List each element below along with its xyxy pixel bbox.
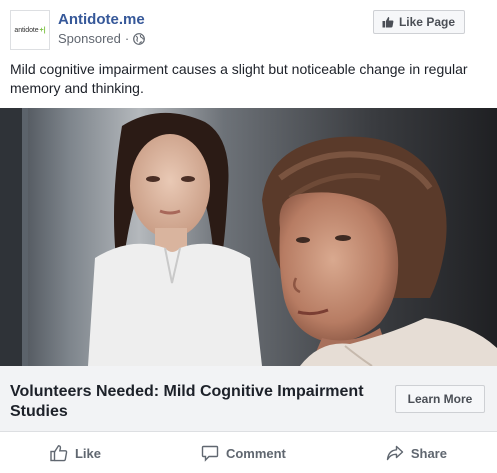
comment-icon xyxy=(201,445,219,462)
thumbs-up-icon xyxy=(50,445,68,462)
logo-mark: +| xyxy=(39,26,46,34)
post-body-text: Mild cognitive impairment causes a sligh… xyxy=(10,61,468,96)
photo-illustration xyxy=(0,108,497,366)
page-logo[interactable]: antidote +| xyxy=(10,10,50,50)
like-button[interactable]: Like xyxy=(36,438,115,468)
share-button[interactable]: Share xyxy=(372,438,461,468)
comment-button[interactable]: Comment xyxy=(187,438,300,468)
meta-separator: · xyxy=(124,31,130,46)
like-page-label: Like Page xyxy=(398,15,455,29)
comment-label: Comment xyxy=(225,445,286,461)
like-label: Like xyxy=(74,445,101,461)
like-page-button[interactable]: Like Page xyxy=(372,10,465,34)
sponsored-label[interactable]: Sponsored xyxy=(58,31,121,46)
learn-more-button[interactable]: Learn More xyxy=(395,385,485,413)
cta-headline[interactable]: Volunteers Needed: Mild Cognitive Impair… xyxy=(10,382,380,422)
globe-icon xyxy=(133,32,146,45)
share-label: Share xyxy=(410,445,447,461)
thumbs-up-icon xyxy=(382,17,394,28)
post-meta: Sponsored · xyxy=(58,31,146,46)
page-name-link[interactable]: Antidote.me xyxy=(58,11,145,28)
post-actions: Like Comment Share xyxy=(0,433,497,473)
cta-row[interactable]: Volunteers Needed: Mild Cognitive Impair… xyxy=(0,366,497,432)
post-image[interactable] xyxy=(0,108,497,366)
share-icon xyxy=(386,445,404,461)
logo-text: antidote xyxy=(14,26,39,34)
post-header: antidote +| Antidote.me Sponsored · Like … xyxy=(0,0,497,56)
